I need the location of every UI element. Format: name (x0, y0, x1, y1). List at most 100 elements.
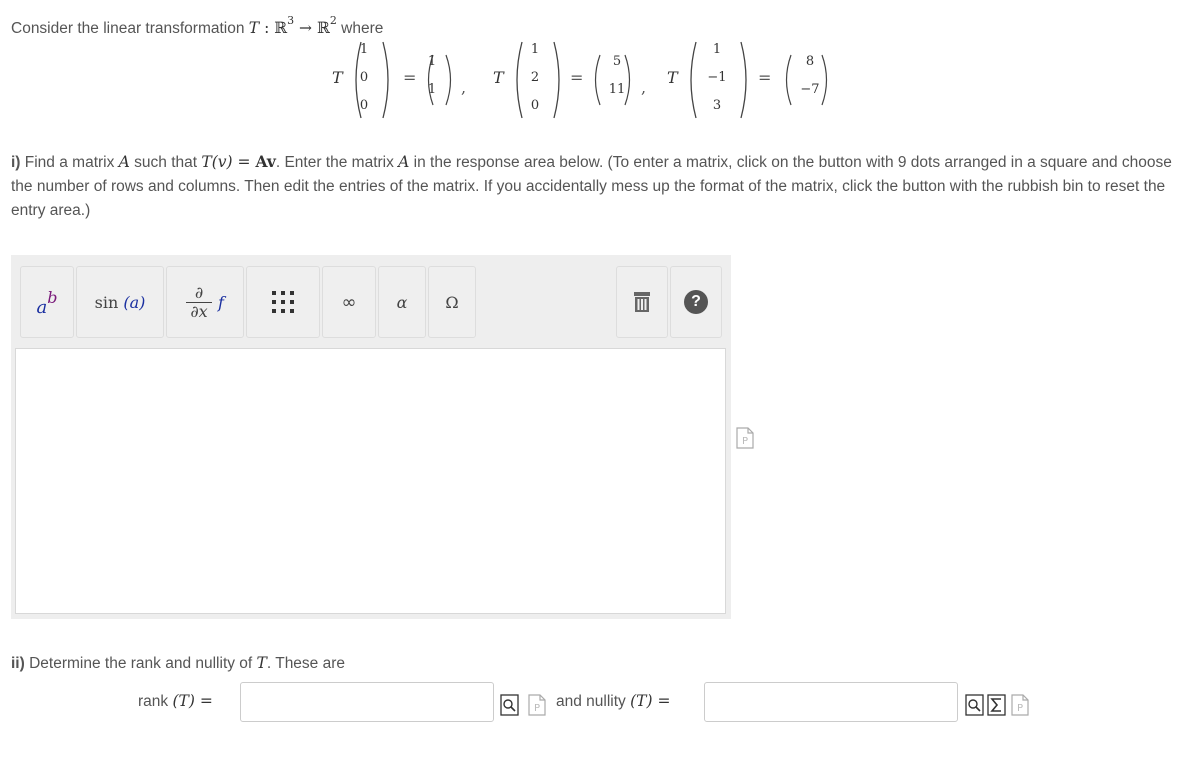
eq2-input-1: 1 (530, 42, 540, 57)
part-ii-text-1: Determine the rank and nullity of (24, 655, 257, 672)
eq3-input-2: −1 (707, 70, 727, 85)
eq1-input-right-paren (382, 41, 389, 119)
eq1-equals: = (403, 68, 417, 87)
svg-text:P: P (742, 436, 748, 447)
eq3-output-1: 8 (805, 54, 815, 69)
codomain-symbol: ℝ (316, 19, 330, 37)
nullity-label: and nullity (T) = (556, 692, 670, 711)
power-button[interactable]: ab (20, 266, 74, 338)
rank-label: rank (T) = (138, 692, 213, 711)
domain-symbol: ℝ (274, 19, 288, 37)
rank-argument: (T) (172, 692, 195, 710)
nullity-input[interactable] (704, 682, 958, 722)
equation-1: T 1 0 0 = 1 1 , (330, 36, 490, 120)
rank-check-icon[interactable] (500, 694, 520, 716)
part-i-text-2: such that (129, 154, 202, 171)
nullity-prefix: and (556, 693, 587, 710)
part-i-equals: = (232, 153, 256, 171)
sin-function-button[interactable]: sin (a) (76, 266, 164, 338)
derivative-denominator: ∂x (190, 301, 208, 321)
eq3-output-2: −7 (800, 82, 820, 97)
sin-label: sin (94, 292, 119, 312)
svg-text:P: P (534, 703, 540, 714)
infinity-button[interactable]: ∞ (322, 266, 376, 338)
intro-prefix: Consider the linear transformation (11, 20, 249, 37)
omega-symbol: Ω (445, 292, 459, 312)
eq3-input-right-paren (740, 41, 747, 119)
eq1-comma: , (461, 78, 467, 97)
nullity-check-icon[interactable] (965, 694, 985, 716)
power-base: a (36, 296, 48, 318)
eq3-input-3: 3 (712, 98, 722, 113)
eq2-input-2: 2 (530, 70, 540, 85)
codomain-exponent: 2 (329, 14, 337, 27)
nullity-word: nullity (586, 693, 631, 710)
eq3-output-left-paren (785, 54, 792, 106)
rank-input[interactable] (240, 682, 494, 722)
power-exponent: b (47, 287, 58, 307)
part-ii-label: ii) (11, 655, 25, 672)
colon: : (259, 19, 275, 37)
eq1-output-right-paren (445, 54, 452, 106)
derivative-numerator: ∂ (194, 282, 204, 302)
intro-text: Consider the linear transformation T : ℝ… (11, 10, 383, 40)
T-of-v: T(v) (201, 153, 233, 171)
preview-document-icon[interactable]: P (736, 427, 754, 449)
nullity-equals: = (652, 692, 671, 710)
rank-equals: = (194, 692, 213, 710)
part-ii-T: T (256, 654, 267, 672)
intro-suffix: where (336, 20, 384, 37)
nullity-sigma-icon[interactable] (987, 694, 1007, 716)
eq3-input-1: 1 (712, 42, 722, 57)
eq1-input-1: 1 (359, 42, 369, 57)
nullity-argument: (T) (630, 692, 653, 710)
eq2-input-right-paren (553, 41, 560, 119)
infinity-symbol: ∞ (341, 291, 357, 313)
map-symbol: T (248, 19, 260, 37)
svg-text:P: P (1017, 703, 1023, 714)
part-i-text-3: . Enter the matrix (275, 154, 399, 171)
equation-2: T 1 2 0 = 5 11 , (490, 36, 665, 120)
part-i-instructions: i) Find a matrix A such that T(v) = Av. … (11, 150, 1181, 223)
help-button[interactable]: ? (670, 266, 722, 338)
eq3-input-left-paren (690, 41, 697, 119)
arrow: → (294, 19, 317, 37)
equation-3: T 1 −1 3 = 8 −7 (665, 36, 845, 120)
help-icon: ? (684, 290, 708, 314)
matrix-symbol-A-2: A (398, 153, 410, 171)
eq3-equals: = (758, 68, 772, 87)
derivative-function: f (218, 292, 224, 312)
eq3-T: T (667, 68, 678, 87)
eq2-output-right-paren (624, 54, 631, 106)
eq2-input-3: 0 (530, 98, 540, 113)
part-i-text-1: Find a matrix (20, 154, 119, 171)
sin-argument: (a) (123, 292, 146, 312)
eq2-equals: = (570, 68, 584, 87)
eq3-output-right-paren (821, 54, 828, 106)
rank-preview-icon[interactable]: P (528, 694, 546, 716)
greek-alpha-button[interactable]: α (378, 266, 426, 338)
nullity-preview-icon[interactable]: P (1011, 694, 1029, 716)
alpha-symbol: α (396, 292, 408, 312)
rank-word: rank (138, 693, 173, 710)
A-v-product: Av (255, 152, 276, 171)
special-symbols-button[interactable]: Ω (428, 266, 476, 338)
matrix-answer-editor-area[interactable] (15, 348, 726, 614)
part-ii-text-2: . These are (266, 655, 346, 672)
eq1-input-3: 0 (359, 98, 369, 113)
eq1-input-2: 0 (359, 70, 369, 85)
matrix-grid-icon (272, 291, 294, 313)
eq2-T: T (493, 68, 504, 87)
eq1-output-2: 1 (427, 82, 437, 97)
part-ii-instructions: ii) Determine the rank and nullity of T.… (11, 654, 345, 673)
reset-rubbish-bin-button[interactable] (616, 266, 668, 338)
math-editor: ab sin (a) ∂ ∂x f ∞ α Ω ? (11, 255, 731, 619)
derivative-button[interactable]: ∂ ∂x f (166, 266, 244, 338)
trash-icon (634, 292, 650, 312)
eq2-comma: , (641, 78, 647, 97)
eq2-output-left-paren (594, 54, 601, 106)
matrix-symbol-A: A (118, 153, 130, 171)
eq1-T: T (332, 68, 343, 87)
eq1-output-1: 1 (427, 54, 437, 69)
matrix-button[interactable] (246, 266, 320, 338)
